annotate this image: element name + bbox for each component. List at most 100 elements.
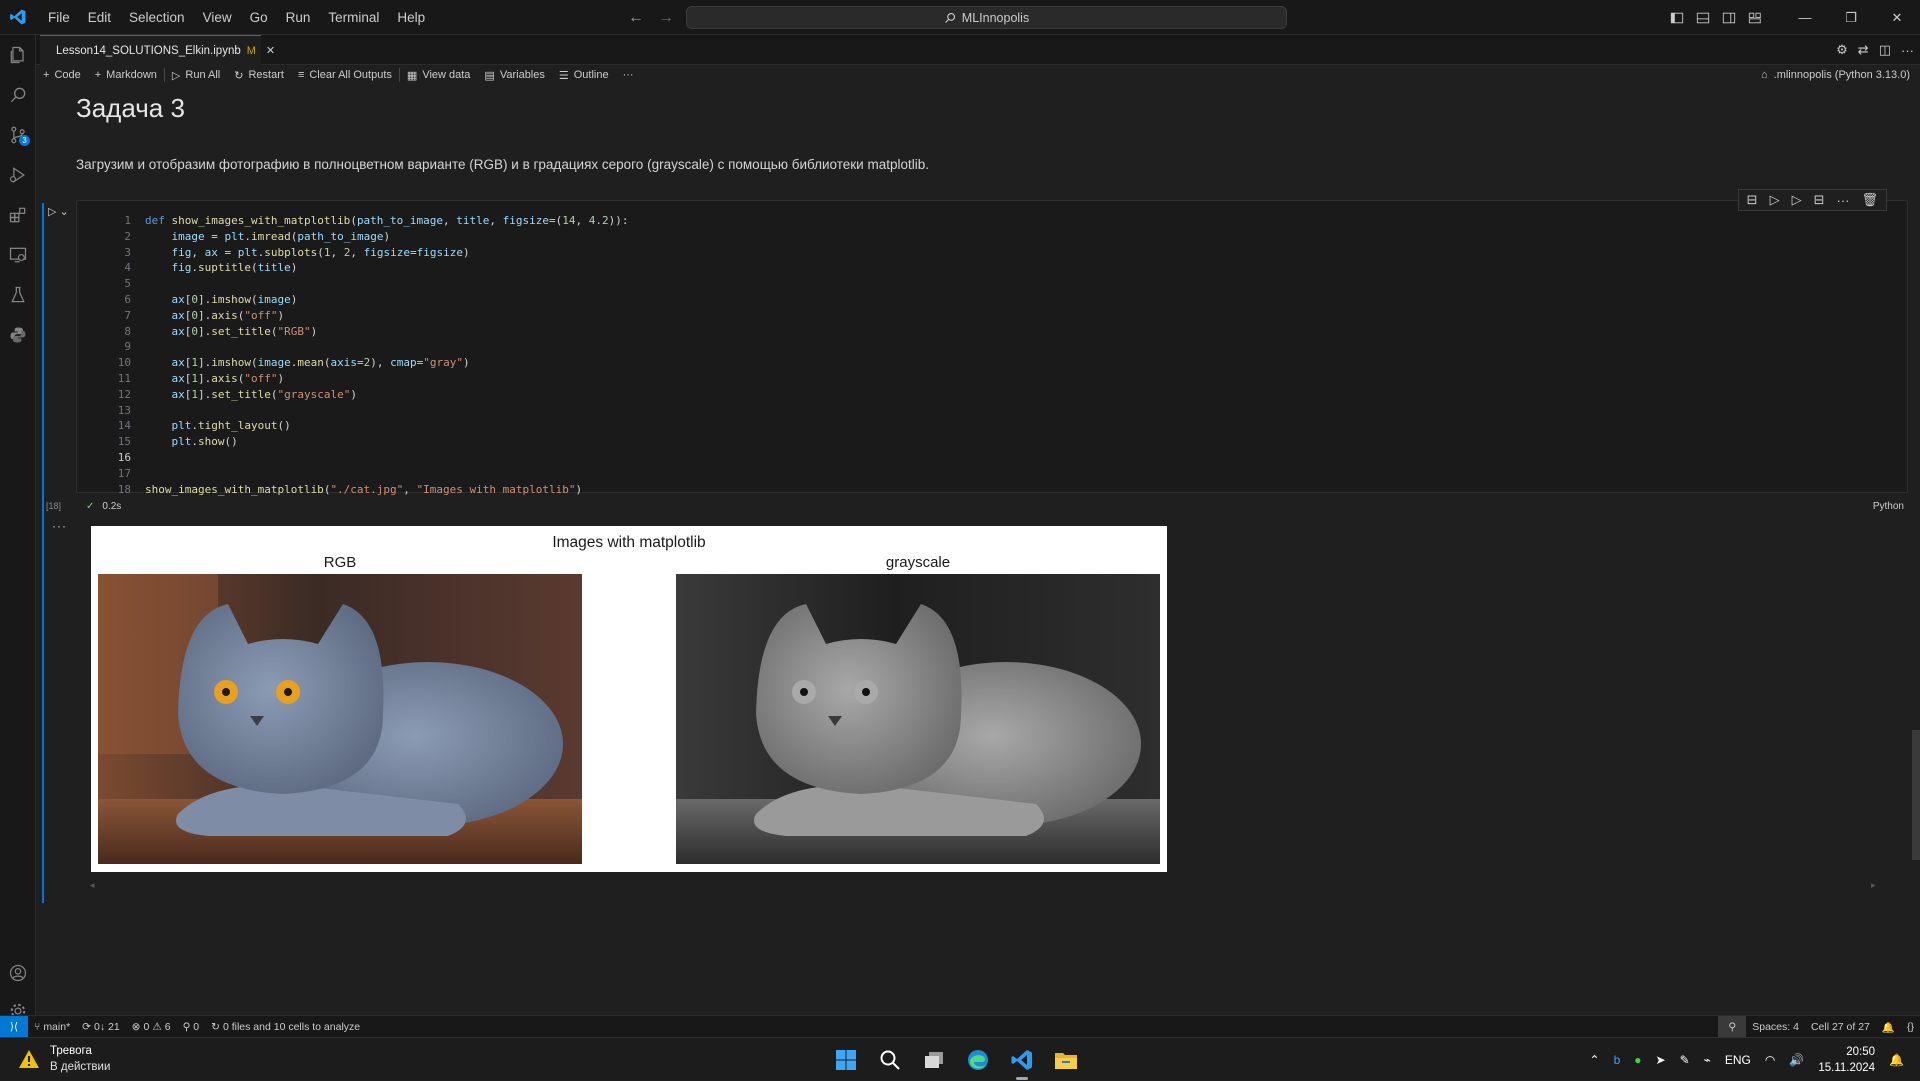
code-line[interactable]: 7 ax[0]. axis("off")	[77, 308, 629, 324]
toggle-secondary-sidebar-icon[interactable]	[1716, 11, 1742, 25]
code-line[interactable]: 16	[77, 450, 629, 466]
indentation-status[interactable]: Spaces: 4	[1746, 1021, 1805, 1033]
python-icon[interactable]	[0, 315, 36, 355]
code-cell[interactable]: ⊟ ▷ ▷ ⊟ ··· 🗑 1 def show_images_with_matp…	[76, 189, 1908, 496]
customize-layout-icon[interactable]	[1742, 11, 1768, 25]
add-code-button[interactable]: + Code	[36, 69, 88, 81]
notebook-settings-icon[interactable]: ⚙	[1836, 42, 1848, 58]
restore-button[interactable]: ❐	[1828, 0, 1874, 35]
open-changes-icon[interactable]: ⇄	[1858, 42, 1869, 58]
menu-selection[interactable]: Selection	[120, 0, 194, 35]
chevron-down-icon[interactable]: ⌄	[59, 205, 68, 218]
telegram-icon[interactable]: ➤	[1656, 1053, 1666, 1067]
toggle-primary-sidebar-icon[interactable]	[1664, 11, 1690, 25]
explorer-icon[interactable]	[0, 35, 36, 75]
bing-icon[interactable]: b	[1614, 1053, 1621, 1067]
tab-notebook[interactable]: Lesson14_SOLUTIONS_Elkin.ipynb M ✕	[40, 35, 275, 65]
problems-status[interactable]: ⊗ 0 ⚠ 6	[126, 1021, 177, 1033]
output-more-button[interactable]: ···	[52, 519, 67, 533]
code-line[interactable]: 14 plt. tight_layout()	[77, 418, 629, 434]
menu-view[interactable]: View	[194, 0, 241, 35]
code-line[interactable]: 12 ax[1]. set_title("grayscale")	[77, 387, 629, 403]
accounts-icon[interactable]	[0, 953, 36, 993]
code-line[interactable]: 10 ax[1]. imshow(image. mean(axis = 2), cmap…	[77, 355, 629, 371]
usb-icon[interactable]: ⌁	[1704, 1053, 1711, 1067]
execute-below-icon[interactable]: ▷	[1792, 192, 1802, 208]
ports-status[interactable]: ⚲ 0	[177, 1021, 206, 1033]
add-markdown-button[interactable]: + Markdown	[88, 69, 164, 81]
scroll-left-icon[interactable]: ◂	[90, 880, 95, 891]
run-debug-icon[interactable]	[0, 155, 36, 195]
more-actions-icon[interactable]: ···	[1901, 43, 1914, 58]
search-view-icon[interactable]	[0, 75, 36, 115]
cell-language[interactable]: Python	[1873, 501, 1904, 512]
vertical-scrollbar[interactable]	[1912, 730, 1920, 860]
code-line[interactable]: 11 ax[1]. axis("off")	[77, 371, 629, 387]
zoom-icon[interactable]: ⚲	[1718, 1016, 1747, 1038]
clear-all-outputs-button[interactable]: ≡ Clear All Outputs	[291, 69, 399, 81]
menu-help[interactable]: Help	[388, 0, 434, 35]
source-control-icon[interactable]: 3	[0, 115, 36, 155]
menu-run[interactable]: Run	[277, 0, 320, 35]
menu-terminal[interactable]: Terminal	[319, 0, 388, 35]
menu-file[interactable]: File	[39, 0, 79, 35]
wifi-icon[interactable]: ◠	[1765, 1053, 1775, 1067]
edge-browser-icon[interactable]	[964, 1046, 992, 1074]
close-window-button[interactable]: ✕	[1874, 0, 1920, 35]
toggle-panel-icon[interactable]	[1690, 11, 1716, 25]
restart-button[interactable]: ↻ Restart	[227, 69, 291, 82]
tab-close-icon[interactable]: ✕	[266, 44, 275, 57]
outline-button[interactable]: ☰ Outline	[552, 69, 616, 82]
code-line[interactable]: 3 fig, ax = plt. subplots(1, 2, figsize = f…	[77, 245, 629, 261]
code-line[interactable]: 6 ax[0]. imshow(image)	[77, 292, 629, 308]
run-all-button[interactable]: ▷ Run All	[165, 69, 227, 82]
sync-status[interactable]: ⟳ 0↓ 21	[76, 1021, 126, 1033]
execute-above-icon[interactable]: ▷	[1770, 192, 1780, 208]
task-view-icon[interactable]	[920, 1046, 948, 1074]
code-line[interactable]: 17	[77, 466, 629, 482]
minimize-button[interactable]: —	[1782, 0, 1828, 35]
toolbar-more-button[interactable]: ···	[616, 69, 641, 81]
file-explorer-icon[interactable]	[1052, 1046, 1080, 1074]
keyboard-language[interactable]: ENG	[1725, 1053, 1751, 1067]
notification-center-icon[interactable]: 🔔	[1889, 1053, 1904, 1067]
taskbar-search-icon[interactable]	[876, 1046, 904, 1074]
notifications-bell-icon[interactable]: 🔔	[1876, 1021, 1901, 1034]
forward-arrow-icon[interactable]: →	[658, 9, 674, 27]
back-arrow-icon[interactable]: ←	[628, 9, 644, 27]
extensions-icon[interactable]	[0, 195, 36, 235]
code-line[interactable]: 1 def show_images_with_matplotlib(path_to…	[77, 213, 628, 229]
remote-indicator-icon[interactable]: ⟩⟨	[0, 1015, 28, 1038]
code-line[interactable]: 4 fig. suptitle(title)	[77, 260, 629, 276]
code-line[interactable]: 15 plt. show()	[77, 434, 629, 450]
delete-cell-icon[interactable]: 🗑	[1861, 192, 1878, 208]
cell-position-status[interactable]: Cell 27 of 27	[1805, 1021, 1876, 1033]
run-cell-button[interactable]: ▷ ⌄	[48, 205, 69, 218]
code-line[interactable]: 2 image = plt. imread(path_to_image)	[77, 229, 629, 245]
clock[interactable]: 20:50 15.11.2024	[1818, 1044, 1875, 1076]
feather-icon[interactable]: ✎	[1680, 1053, 1690, 1067]
run-by-line-icon[interactable]: ⊟	[1747, 192, 1758, 208]
split-editor-icon[interactable]: ◫	[1879, 42, 1891, 58]
code-line[interactable]: 5	[77, 276, 629, 292]
variables-button[interactable]: ▤ Variables	[477, 69, 551, 82]
testing-icon[interactable]	[0, 275, 36, 315]
volume-icon[interactable]: 🔊	[1789, 1053, 1804, 1067]
windows-start-icon[interactable]	[832, 1046, 860, 1074]
code-editor[interactable]: 1 def show_images_with_matplotlib(path_to…	[77, 213, 629, 497]
language-braces-icon[interactable]: {}	[1901, 1021, 1920, 1033]
vscode-taskbar-icon[interactable]	[1008, 1046, 1036, 1080]
command-center-search[interactable]: MLInnopolis	[686, 6, 1287, 29]
green-app-icon[interactable]: ●	[1634, 1053, 1641, 1067]
view-data-button[interactable]: ▦ View data	[400, 69, 478, 82]
alert-widget[interactable]: Тревога В действии	[18, 1043, 110, 1075]
code-line[interactable]: 13	[77, 403, 629, 419]
scroll-right-icon[interactable]: ▸	[1871, 880, 1876, 891]
menu-go[interactable]: Go	[241, 0, 277, 35]
show-hidden-icons-icon[interactable]: ⌃	[1590, 1053, 1600, 1067]
code-line[interactable]: 18 show_images_with_matplotlib("./cat.jpg…	[77, 482, 629, 498]
analysis-status[interactable]: ↻ 0 files and 10 cells to analyze	[205, 1021, 366, 1033]
code-line[interactable]: 9	[77, 339, 629, 355]
kernel-picker[interactable]: ⌂ .mlinnopolis (Python 3.13.0)	[1761, 65, 1910, 85]
cell-more-icon[interactable]: ···	[1836, 193, 1849, 208]
